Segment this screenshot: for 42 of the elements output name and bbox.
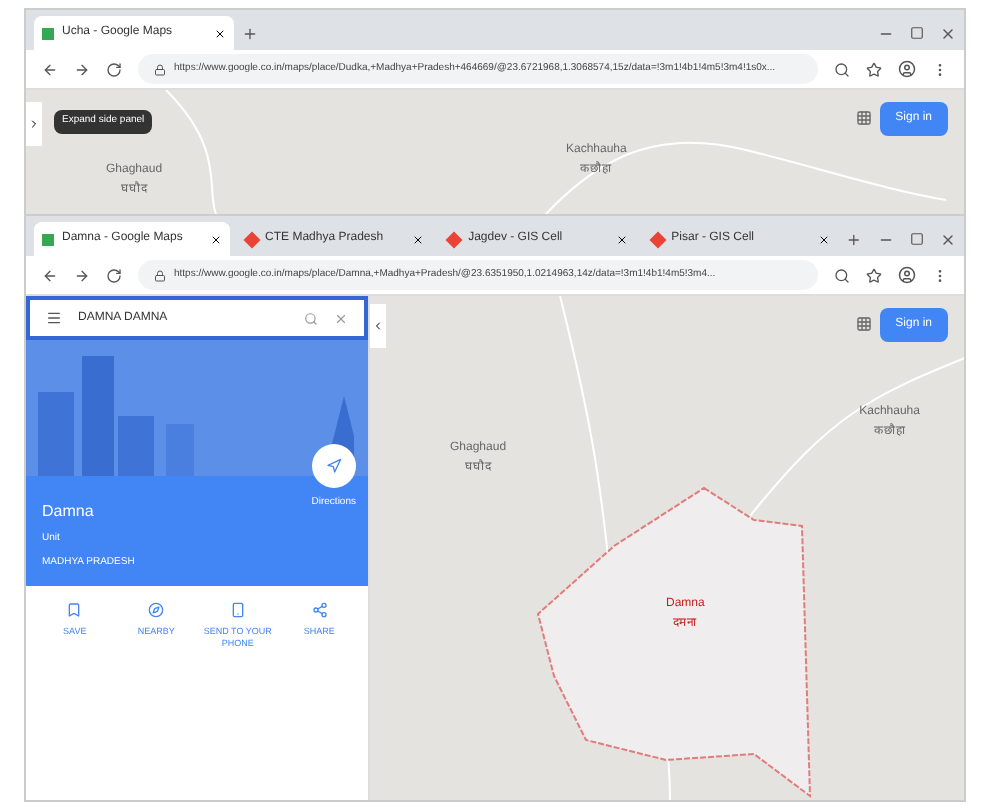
bookmark-star-icon[interactable] [866, 267, 882, 283]
maximize-icon[interactable] [909, 232, 924, 246]
tab-close-icon[interactable] [818, 233, 831, 245]
share-icon [311, 602, 328, 618]
zoom-icon[interactable] [834, 61, 850, 77]
maximize-icon[interactable] [910, 26, 924, 40]
clear-icon[interactable] [334, 311, 348, 325]
reload-icon[interactable] [106, 61, 122, 77]
new-tab-icon[interactable] [242, 26, 258, 42]
favicon-icon [242, 230, 260, 248]
favicon-icon [445, 230, 463, 248]
chevron-left-icon [372, 320, 384, 332]
favicon-icon [42, 233, 54, 245]
apps-icon[interactable] [856, 316, 872, 332]
navigation-arrow-icon [325, 458, 342, 474]
zoom-icon[interactable] [834, 267, 850, 283]
lock-icon [154, 63, 166, 75]
chevron-right-icon [28, 118, 40, 130]
lock-icon [154, 269, 166, 281]
back-icon[interactable] [42, 61, 58, 77]
tab-close-icon[interactable] [209, 233, 222, 245]
apps-icon[interactable] [856, 110, 872, 126]
forward-icon[interactable] [74, 61, 90, 77]
favicon-icon [648, 230, 666, 248]
tab-close-icon[interactable] [615, 233, 628, 245]
nearby-icon [148, 602, 165, 618]
save-icon [66, 602, 83, 618]
new-tab-icon[interactable] [846, 232, 862, 248]
reload-icon[interactable] [106, 267, 122, 283]
favicon-icon [42, 27, 54, 39]
forward-icon[interactable] [74, 267, 90, 283]
tab-close-icon[interactable] [214, 27, 226, 39]
profile-icon[interactable] [898, 60, 916, 78]
phone-icon [229, 602, 246, 618]
close-icon[interactable] [939, 232, 956, 248]
profile-icon[interactable] [898, 266, 916, 284]
place-name: Damna [42, 500, 94, 524]
close-icon[interactable] [940, 26, 956, 42]
bookmark-star-icon[interactable] [866, 61, 882, 77]
menu-icon[interactable] [46, 310, 62, 326]
tab-close-icon[interactable] [412, 233, 425, 245]
back-icon[interactable] [42, 267, 58, 283]
